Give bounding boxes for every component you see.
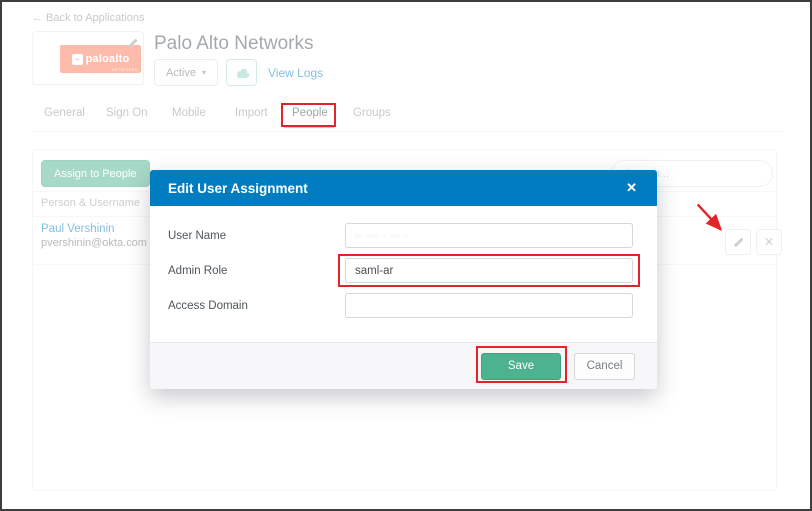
access-domain-field-row: Access Domain bbox=[168, 293, 633, 318]
admin-role-label: Admin Role bbox=[168, 265, 345, 277]
okta-app-screen: ← Back to Applications ~ paloalto NETWOR… bbox=[0, 0, 812, 511]
modal-body: User Name ·· ···· · ··· · Admin Role sam… bbox=[150, 206, 657, 342]
user-name-input[interactable]: ·· ···· · ··· · bbox=[345, 223, 633, 248]
edit-user-assignment-modal: Edit User Assignment ✕ User Name ·· ····… bbox=[150, 170, 657, 389]
modal-header: Edit User Assignment ✕ bbox=[150, 170, 657, 206]
access-domain-input[interactable] bbox=[345, 293, 633, 318]
admin-role-input[interactable]: saml-ar bbox=[345, 258, 633, 283]
admin-role-value: saml-ar bbox=[355, 265, 393, 277]
user-name-label: User Name bbox=[168, 230, 345, 242]
save-button[interactable]: Save bbox=[481, 353, 561, 380]
access-domain-label: Access Domain bbox=[168, 300, 345, 312]
modal-footer: Save Cancel bbox=[150, 342, 657, 389]
user-name-field-row: User Name ·· ···· · ··· · bbox=[168, 223, 633, 248]
modal-title: Edit User Assignment bbox=[168, 181, 308, 196]
cancel-button[interactable]: Cancel bbox=[574, 353, 635, 380]
user-name-value-redacted: ·· ···· · ··· · bbox=[355, 231, 408, 240]
admin-role-field-row: Admin Role saml-ar bbox=[168, 258, 633, 283]
modal-close-icon[interactable]: ✕ bbox=[626, 180, 637, 196]
